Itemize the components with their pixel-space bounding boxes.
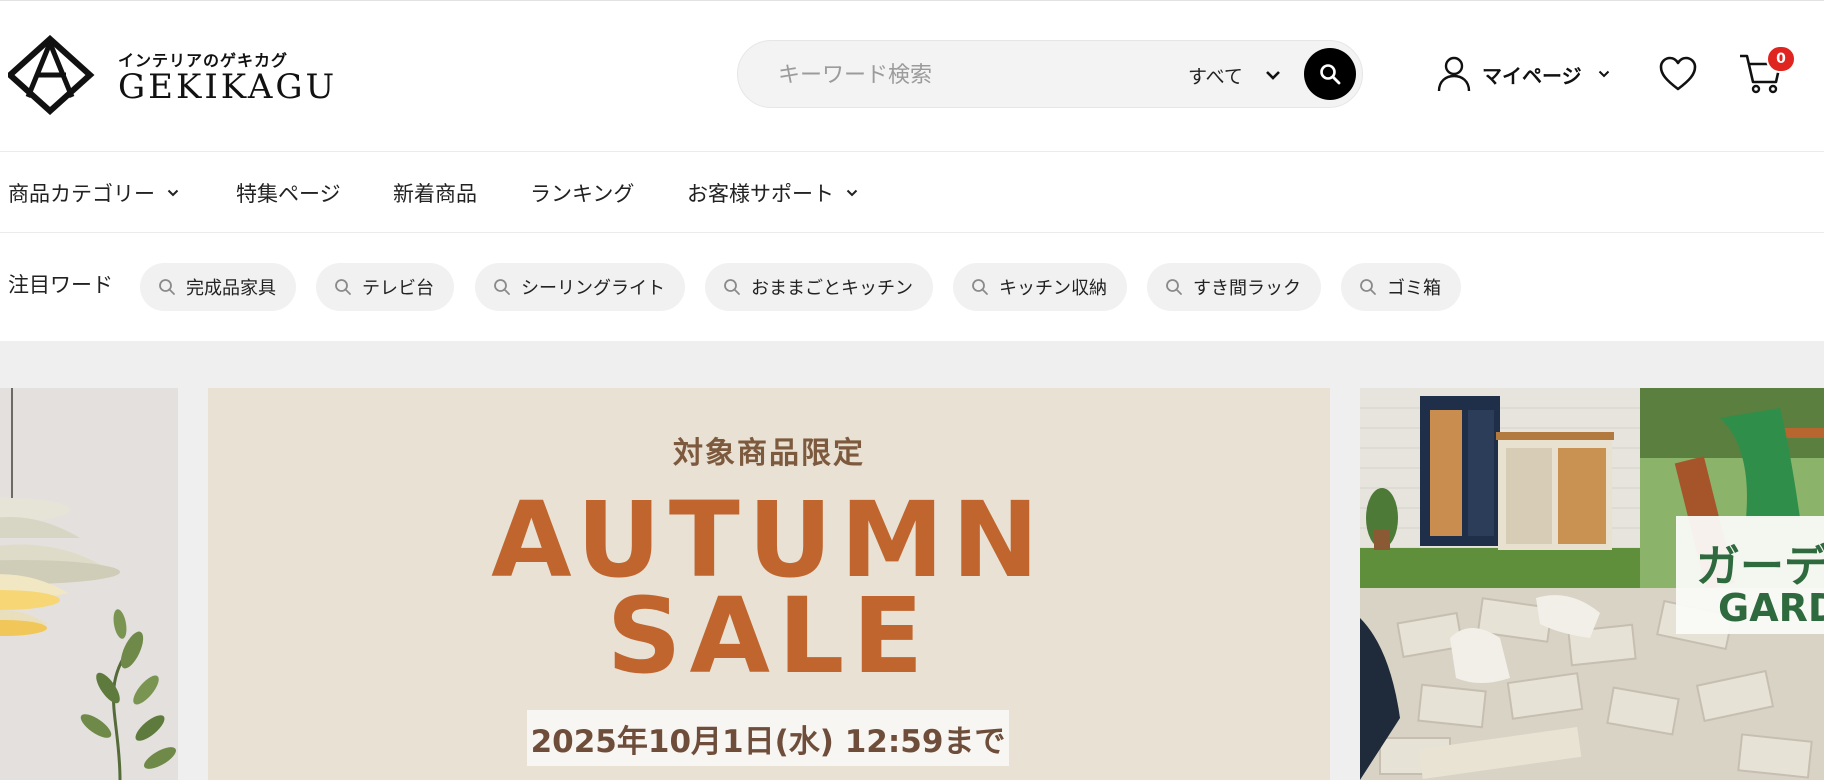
nav-item-label: ランキング	[530, 182, 635, 206]
nav-item-ranking[interactable]: ランキング	[530, 176, 634, 210]
garden-title-ja: ガーデ	[1696, 541, 1824, 592]
logo-name: GEKIKAGU	[118, 67, 338, 107]
banner-slide-lighting[interactable]	[0, 388, 178, 780]
site-logo[interactable]: インテリアのゲキカグ GEKIKAGU	[8, 35, 368, 115]
main-nav: 商品カテゴリー 特集ページ 新着商品 ランキング お客様サポート	[0, 152, 1824, 233]
logo-mark-icon	[8, 35, 95, 115]
garden-title-en: GARD	[1718, 586, 1824, 630]
nav-item-features[interactable]: 特集ページ	[236, 176, 341, 210]
search-icon	[1166, 279, 1182, 295]
search-icon	[972, 279, 988, 295]
banner-carousel: 対象商品限定 AUTUMN SALE 2025年10月1日(水) 12:59まで	[0, 341, 1824, 780]
keyword-chip[interactable]: おままごとキッチン	[705, 263, 933, 311]
keyword-chip[interactable]: キッチン収納	[953, 263, 1127, 311]
keyword-chip-label: シーリングライト	[521, 278, 665, 299]
nav-item-new-arrivals[interactable]: 新着商品	[393, 176, 477, 210]
keyword-chip[interactable]: テレビ台	[316, 263, 454, 311]
search-icon	[1320, 64, 1341, 85]
user-icon	[1437, 56, 1471, 92]
keyword-chip-label: テレビ台	[362, 278, 434, 299]
chevron-down-icon	[1266, 71, 1280, 80]
search-button[interactable]	[1304, 48, 1356, 100]
nav-item-label: お客様サポート	[687, 182, 834, 206]
search-icon	[724, 279, 740, 295]
nav-item-label: 新着商品	[393, 182, 477, 206]
search-scope-label: すべて	[1188, 65, 1243, 88]
nav-item-label: 商品カテゴリー	[8, 182, 155, 206]
account-label: マイページ	[1482, 63, 1582, 88]
nav-item-categories[interactable]: 商品カテゴリー	[8, 176, 179, 210]
promo-deadline: 2025年10月1日(水) 12:59まで	[527, 710, 1009, 766]
keyword-chip-label: キッチン収納	[999, 278, 1107, 299]
chevron-down-icon	[846, 189, 858, 197]
featured-keywords-title: 注目ワード	[8, 273, 113, 297]
garden-banner-label: ガーデ GARD	[1676, 516, 1824, 634]
keyword-chip-label: すき間ラック	[1193, 278, 1301, 299]
keyword-chip[interactable]: すき間ラック	[1147, 263, 1321, 311]
promo-title-line2: SALE	[606, 575, 932, 697]
account-menu[interactable]: マイページ	[1436, 52, 1610, 96]
nav-item-support[interactable]: お客様サポート	[687, 176, 858, 210]
chevron-down-icon	[1598, 70, 1609, 78]
search-icon	[335, 279, 351, 295]
keyword-chip[interactable]: 完成品家具	[140, 263, 296, 311]
search-scope-select[interactable]: すべて	[1188, 57, 1281, 93]
promo-subtitle: 対象商品限定	[673, 436, 865, 471]
heart-icon[interactable]	[1658, 55, 1698, 93]
keyword-chip-label: 完成品家具	[186, 278, 276, 299]
keyword-chip[interactable]: ゴミ箱	[1341, 263, 1461, 311]
keyword-chip-label: ゴミ箱	[1387, 278, 1441, 299]
keyword-chip[interactable]: シーリングライト	[475, 263, 685, 311]
search-icon	[159, 279, 175, 295]
cart-count-badge: 0	[1766, 45, 1796, 73]
banner-slide-garden[interactable]: ガーデ GARD	[1360, 388, 1824, 780]
nav-item-label: 特集ページ	[236, 182, 341, 206]
keyword-chip-label: おままごとキッチン	[751, 278, 913, 299]
search-bar: すべて	[737, 40, 1363, 108]
site-header: インテリアのゲキカグ GEKIKAGU すべて マイページ	[0, 1, 1824, 152]
pendant-lamp-image	[0, 388, 178, 780]
search-icon	[1360, 279, 1376, 295]
search-input[interactable]	[776, 55, 1160, 95]
search-icon	[494, 279, 510, 295]
chevron-down-icon	[167, 189, 179, 197]
banner-slide-autumn-sale[interactable]: 対象商品限定 AUTUMN SALE 2025年10月1日(水) 12:59まで	[208, 388, 1330, 780]
featured-keywords: 注目ワード 完成品家具 テレビ台 シーリングライト おままごとキッチン キッチン…	[0, 233, 1824, 341]
